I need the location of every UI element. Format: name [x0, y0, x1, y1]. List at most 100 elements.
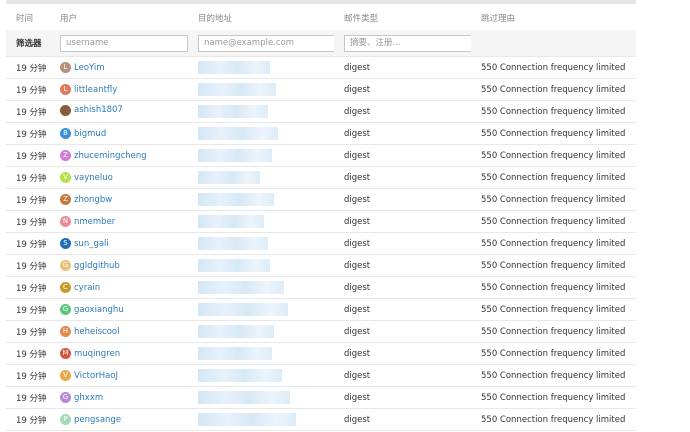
- user-link[interactable]: Zzhongbw: [60, 194, 112, 205]
- email-type-cell: digest: [334, 144, 471, 167]
- username-label: ashish1807: [74, 105, 123, 115]
- username-label: gaoxianghu: [74, 304, 124, 315]
- username-label: ghxxm: [74, 392, 104, 403]
- user-link[interactable]: Ccyrain: [60, 282, 100, 293]
- email-type-cell: digest: [334, 320, 471, 343]
- user-link[interactable]: Vvayneluo: [60, 172, 113, 183]
- email-type-cell: digest: [334, 276, 471, 299]
- username-label: bigmud: [74, 128, 107, 139]
- filter-destination-cell: [188, 30, 334, 57]
- top-scrollbar-strip: [6, 0, 636, 4]
- username-label: sun_gali: [74, 238, 109, 249]
- user-cell: V VictorHaoJ: [50, 364, 188, 387]
- user-avatar: L: [60, 62, 71, 73]
- time-cell: 19 分钟: [6, 56, 50, 79]
- time-cell: 19 分钟: [6, 320, 50, 343]
- table-row: 19 分钟 Hheheiscool digest 550 Connection fre…: [6, 320, 636, 343]
- user-link[interactable]: Ggaoxianghu: [60, 304, 124, 315]
- time-cell: 19 分钟: [6, 298, 50, 321]
- time-cell: 19 分钟: [6, 100, 50, 123]
- email-type-cell: digest: [334, 100, 471, 123]
- user-link[interactable]: Llittleantfly: [60, 84, 117, 95]
- user-cell: Gggldgithub: [50, 254, 188, 277]
- user-link[interactable]: Ppengsange: [60, 414, 121, 425]
- destination-cell: [188, 56, 334, 79]
- skip-reason-cell: 550 Connection frequency limited: [471, 78, 636, 101]
- skip-reason-cell: 550 Connection frequency limited: [471, 100, 636, 123]
- skip-reason-cell: 550 Connection frequency limited: [471, 122, 636, 145]
- username-label: ggldgithub: [74, 260, 120, 271]
- username-filter-input[interactable]: [60, 34, 188, 52]
- user-link[interactable]: Hheheiscool: [60, 326, 119, 337]
- user-cell: Llittleantfly: [50, 78, 188, 101]
- email-type-cell: digest: [334, 210, 471, 233]
- table-row: 19 分钟 L LeoYim digest 550 Connection frequen…: [6, 56, 636, 79]
- skip-reason-cell: 550 Connection frequency limited: [471, 188, 636, 211]
- time-cell: 19 分钟: [6, 210, 50, 233]
- email-type-cell: digest: [334, 188, 471, 211]
- user-link[interactable]: Nnmember: [60, 216, 115, 227]
- redacted-email-address: [198, 391, 290, 404]
- username-label: zhongbw: [74, 194, 113, 205]
- user-cell: Ggaoxianghu: [50, 298, 188, 321]
- time-cell: 19 分钟: [6, 364, 50, 387]
- skip-reason-cell: 550 Connection frequency limited: [471, 254, 636, 277]
- column-header-user: 用户: [60, 14, 78, 24]
- time-cell: 19 分钟: [6, 188, 50, 211]
- redacted-email-address: [198, 83, 276, 96]
- table-row: 19 分钟 Zzhucemingcheng digest 550 Connection…: [6, 144, 636, 167]
- email-type-cell: digest: [334, 386, 471, 409]
- user-avatar: L: [60, 84, 71, 95]
- redacted-email-address: [198, 325, 274, 338]
- user-link[interactable]: ashish1807: [60, 104, 123, 116]
- table-row: 19 分钟 Bbigmud digest 550 Connection frequen…: [6, 122, 636, 145]
- skip-reason-cell: 550 Connection frequency limited: [471, 408, 636, 431]
- destination-cell: [188, 342, 334, 365]
- column-header-skip-reason: 跳过理由: [481, 14, 516, 24]
- user-link[interactable]: Ssun_gali: [60, 238, 109, 249]
- redacted-email-address: [198, 413, 296, 426]
- user-link[interactable]: Zzhucemingcheng: [60, 150, 147, 161]
- skip-reason-cell: 550 Connection frequency limited: [471, 364, 636, 387]
- destination-cell: [188, 364, 334, 387]
- table-row: 19 分钟 Gghxxm digest 550 Connection frequenc…: [6, 386, 636, 409]
- username-label: LeoYim: [74, 62, 105, 73]
- email-type-cell: digest: [334, 408, 471, 431]
- user-cell: L LeoYim: [50, 56, 188, 79]
- column-header-email-type: 邮件类型: [344, 14, 379, 24]
- destination-cell: [188, 166, 334, 189]
- user-link[interactable]: Mmuqingren: [60, 348, 120, 359]
- skip-reason-cell: 550 Connection frequency limited: [471, 232, 636, 255]
- user-cell: Ccyrain: [50, 276, 188, 299]
- destination-filter-input[interactable]: [198, 34, 334, 52]
- user-cell: Ppengsange: [50, 408, 188, 431]
- user-link[interactable]: Gghxxm: [60, 392, 103, 403]
- time-cell: 19 分钟: [6, 276, 50, 299]
- user-link[interactable]: V VictorHaoJ: [60, 370, 118, 381]
- user-avatar: N: [60, 216, 71, 227]
- skipped-emails-table: 时间 用户 目的地址 邮件类型 跳过理由 筛选器 19 分: [6, 6, 636, 431]
- redacted-email-address: [198, 61, 270, 74]
- time-cell: 19 分钟: [6, 342, 50, 365]
- table-row: 19 分钟 Ppengsange digest 550 Connection freq…: [6, 408, 636, 431]
- column-header-time: 时间: [16, 14, 34, 24]
- email-type-filter-input[interactable]: [344, 34, 471, 52]
- user-link[interactable]: Gggldgithub: [60, 260, 120, 271]
- redacted-email-address: [198, 369, 282, 382]
- user-avatar: M: [60, 348, 71, 359]
- destination-cell: [188, 210, 334, 233]
- user-cell: Mmuqingren: [50, 342, 188, 365]
- destination-cell: [188, 188, 334, 211]
- user-link[interactable]: L LeoYim: [60, 62, 105, 73]
- redacted-email-address: [198, 105, 268, 118]
- skip-reason-cell: 550 Connection frequency limited: [471, 342, 636, 365]
- email-type-cell: digest: [334, 166, 471, 189]
- user-avatar: Z: [60, 194, 71, 205]
- skip-reason-cell: 550 Connection frequency limited: [471, 386, 636, 409]
- time-cell: 19 分钟: [6, 254, 50, 277]
- username-label: muqingren: [74, 348, 121, 359]
- user-avatar: G: [60, 260, 71, 271]
- email-type-cell: digest: [334, 232, 471, 255]
- user-link[interactable]: Bbigmud: [60, 128, 106, 139]
- destination-cell: [188, 232, 334, 255]
